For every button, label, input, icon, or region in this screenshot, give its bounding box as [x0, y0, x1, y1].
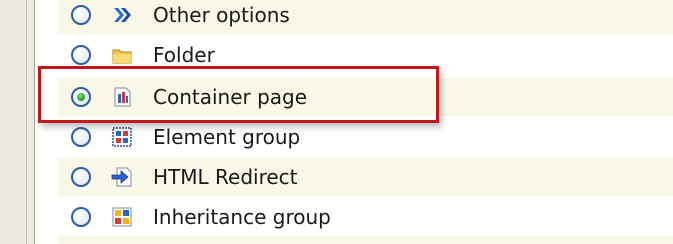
left-panel	[0, 0, 35, 244]
option-row-other-options[interactable]: Other options	[58, 0, 673, 34]
element-group-icon	[112, 127, 132, 147]
radio-element-group[interactable]	[71, 127, 91, 147]
inheritance-group-icon	[112, 207, 132, 227]
radio-folder[interactable]	[71, 45, 91, 65]
option-row-partial	[58, 236, 673, 244]
option-row-inheritance-group[interactable]: Inheritance group	[58, 198, 673, 236]
option-label: Element group	[153, 125, 301, 149]
radio-selected-dot	[77, 93, 85, 101]
html-redirect-icon	[111, 167, 132, 187]
option-label: Inheritance group	[153, 205, 331, 229]
option-label: Folder	[153, 43, 215, 67]
option-label: HTML Redirect	[153, 165, 298, 189]
radio-html-redirect[interactable]	[71, 167, 91, 187]
folder-icon	[112, 49, 132, 64]
container-page-icon	[114, 87, 131, 107]
option-row-element-group[interactable]: Element group	[58, 118, 673, 156]
panel-divider	[26, 0, 27, 244]
option-row-container-page[interactable]: Container page	[58, 78, 673, 116]
radio-inheritance-group[interactable]	[71, 207, 91, 227]
double-chevron-right-icon	[114, 8, 131, 22]
option-row-html-redirect[interactable]: HTML Redirect	[58, 158, 673, 196]
radio-container-page-selected[interactable]	[71, 87, 91, 107]
option-row-folder[interactable]: Folder	[58, 36, 673, 74]
type-option-list: Other options Folder Container page Elem…	[58, 0, 673, 244]
option-label: Other options	[153, 3, 290, 27]
radio-other-options[interactable]	[71, 5, 91, 25]
option-label: Container page	[153, 85, 308, 109]
